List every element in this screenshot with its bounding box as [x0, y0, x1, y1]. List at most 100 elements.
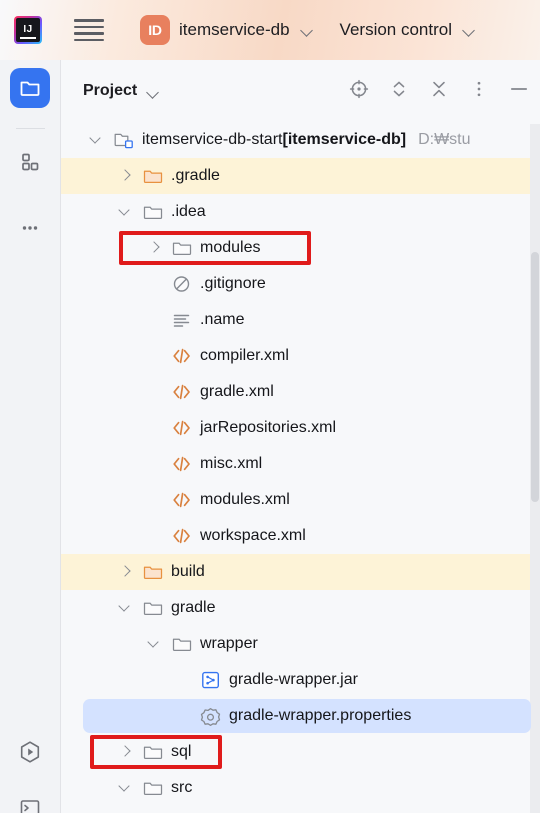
tree-row[interactable]: sql: [61, 734, 540, 770]
folder-icon: [143, 746, 163, 760]
folder-icon: [20, 81, 40, 96]
tree-row-label: wrapper: [200, 635, 258, 652]
tree-row[interactable]: build: [61, 554, 540, 590]
xml-file-icon: [173, 456, 190, 472]
tree-arrow-placeholder: [174, 707, 192, 725]
chevron-right-icon[interactable]: [116, 167, 134, 185]
tree-arrow-placeholder: [145, 383, 163, 401]
chevron-down-icon[interactable]: [463, 24, 476, 37]
xml-file-icon: [173, 348, 190, 364]
collapse-all-button[interactable]: [428, 78, 450, 100]
chevron-down-icon[interactable]: [147, 86, 160, 99]
tree-arrow-placeholder: [145, 491, 163, 509]
project-file-tree[interactable]: itemservice-db-start [itemservice-db] D:₩…: [61, 122, 540, 813]
intellij-idea-logo[interactable]: IJ: [14, 16, 42, 44]
properties-file-icon: [200, 708, 221, 726]
tree-row-label: workspace.xml: [200, 527, 306, 544]
xml-file-icon: [173, 528, 190, 544]
tree-row[interactable]: jarRepositories.xml: [61, 410, 540, 446]
chevron-down-icon[interactable]: [87, 131, 105, 149]
gitignore-icon: [173, 276, 190, 292]
ide-window: IJ ID itemservice-db Version control Pro…: [0, 0, 540, 813]
tool-window-rail: [0, 60, 61, 813]
chevron-down-icon[interactable]: [116, 203, 134, 221]
folder-icon: [143, 206, 163, 220]
excluded-folder-icon: [143, 566, 163, 580]
tree-row[interactable]: gradle.xml: [61, 374, 540, 410]
title-bar: IJ ID itemservice-db Version control: [0, 0, 540, 60]
select-opened-file-button[interactable]: [348, 78, 370, 100]
chevron-down-icon[interactable]: [116, 599, 134, 617]
project-panel-actions: [348, 78, 530, 100]
tree-row-label: sql: [171, 743, 192, 760]
tree-row[interactable]: .name: [61, 302, 540, 338]
tree-row[interactable]: gradle-wrapper.properties: [61, 698, 540, 734]
folder-icon: [143, 602, 163, 616]
folder-icon: [172, 242, 192, 256]
tree-row-label: gradle-wrapper.properties: [229, 707, 412, 724]
tree-row[interactable]: modules.xml: [61, 482, 540, 518]
project-badge-icon: ID: [140, 15, 170, 45]
run-hexagon-icon: [20, 741, 40, 763]
hide-button[interactable]: [508, 78, 530, 100]
page-title: Project: [83, 82, 138, 99]
hamburger-line: [74, 25, 104, 28]
chevron-down-icon[interactable]: [116, 779, 134, 797]
tree-arrow-placeholder: [174, 671, 192, 689]
tree-row[interactable]: misc.xml: [61, 446, 540, 482]
tree-row[interactable]: workspace.xml: [61, 518, 540, 554]
folder-icon: [143, 782, 163, 796]
tree-arrow-placeholder: [145, 455, 163, 473]
chevron-right-icon[interactable]: [145, 239, 163, 257]
tree-arrow-placeholder: [145, 527, 163, 545]
version-control-label[interactable]: Version control: [340, 20, 452, 40]
ellipsis-icon: [22, 226, 38, 230]
tree-row-label: gradle-wrapper.jar: [229, 671, 358, 688]
squares-icon: [22, 153, 39, 171]
logo-underline: [20, 37, 36, 39]
tree-arrow-placeholder: [145, 347, 163, 365]
jar-file-icon: [202, 671, 219, 689]
tree-row-label: modules: [200, 239, 261, 256]
chevron-right-icon[interactable]: [116, 743, 134, 761]
tree-row-label: gradle: [171, 599, 216, 616]
hamburger-line: [74, 32, 104, 35]
tree-row[interactable]: itemservice-db-start [itemservice-db] D:₩…: [61, 122, 540, 158]
run-tool-button[interactable]: [10, 732, 50, 772]
tree-row-label: gradle.xml: [200, 383, 274, 400]
folder-icon: [172, 638, 192, 652]
tree-row-label: misc.xml: [200, 455, 263, 472]
expand-all-button[interactable]: [388, 78, 410, 100]
chevron-down-icon[interactable]: [301, 24, 314, 37]
tree-arrow-placeholder: [145, 419, 163, 437]
tree-row[interactable]: wrapper: [61, 626, 540, 662]
terminal-tool-button[interactable]: [10, 788, 50, 813]
tree-row[interactable]: gradle-wrapper.jar: [61, 662, 540, 698]
tree-row-label: .name: [200, 311, 245, 328]
xml-file-icon: [173, 420, 190, 436]
structure-tool-button[interactable]: [10, 142, 50, 182]
tree-row[interactable]: modules: [61, 230, 540, 266]
tree-row[interactable]: gradle: [61, 590, 540, 626]
excluded-folder-icon: [143, 170, 163, 184]
tree-row[interactable]: .gradle: [61, 158, 540, 194]
xml-file-icon: [173, 492, 190, 508]
project-name-label[interactable]: itemservice-db: [179, 20, 290, 40]
chevron-down-icon[interactable]: [145, 635, 163, 653]
tree-scrollbar-track[interactable]: [530, 124, 540, 813]
options-button[interactable]: [468, 78, 490, 100]
chevron-right-icon[interactable]: [116, 563, 134, 581]
tree-arrow-placeholder: [145, 275, 163, 293]
hamburger-menu-icon[interactable]: [74, 19, 104, 41]
tree-scrollbar-thumb[interactable]: [531, 252, 539, 502]
tree-row[interactable]: compiler.xml: [61, 338, 540, 374]
tree-row[interactable]: .idea: [61, 194, 540, 230]
more-tool-windows-button[interactable]: [10, 208, 50, 248]
tree-row-label: .idea: [171, 203, 206, 220]
project-tool-button[interactable]: [10, 68, 50, 108]
tree-row-label: itemservice-db-start: [142, 131, 283, 148]
tree-row[interactable]: .gitignore: [61, 266, 540, 302]
tree-row-module-name: [itemservice-db]: [282, 131, 407, 148]
tree-arrow-placeholder: [145, 311, 163, 329]
tree-row[interactable]: src: [61, 770, 540, 806]
